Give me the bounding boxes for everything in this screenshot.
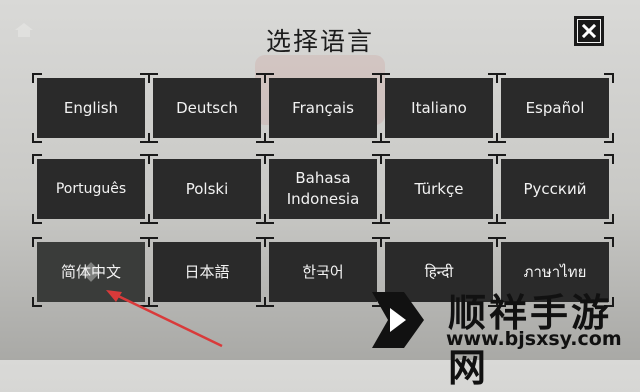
language-option-bahasa-indonesia[interactable]: Bahasa Indonesia: [264, 154, 382, 224]
language-option-english[interactable]: English: [32, 73, 150, 143]
language-option-espanol[interactable]: Español: [496, 73, 614, 143]
language-option-polski[interactable]: Polski: [148, 154, 266, 224]
language-label: Türkçe: [414, 179, 464, 198]
language-label: हिन्दी: [424, 262, 454, 281]
language-option-portugues[interactable]: Português: [32, 154, 150, 224]
language-label: Русский: [523, 179, 587, 198]
close-button[interactable]: [574, 16, 604, 46]
language-label: Italiano: [411, 98, 467, 117]
language-label: 简体中文: [60, 262, 121, 281]
language-label: Polski: [185, 179, 229, 198]
language-option-korean[interactable]: 한국어: [264, 237, 382, 307]
language-option-deutsch[interactable]: Deutsch: [148, 73, 266, 143]
language-option-japanese[interactable]: 日本語: [148, 237, 266, 307]
watermark-logo-icon: [372, 292, 424, 348]
language-option-francais[interactable]: Français: [264, 73, 382, 143]
language-option-simplified-chinese[interactable]: 简体中文: [32, 237, 150, 307]
language-label: Bahasa Indonesia: [286, 169, 360, 208]
language-option-turkce[interactable]: Türkçe: [380, 154, 498, 224]
language-label: English: [63, 98, 119, 117]
language-label: 日本語: [184, 262, 230, 281]
language-label: Español: [525, 98, 585, 117]
language-option-italiano[interactable]: Italiano: [380, 73, 498, 143]
watermark-url: www.bjsxsy.com: [446, 328, 622, 350]
language-label: Français: [292, 98, 354, 117]
dialog-title: 选择语言: [265, 27, 374, 56]
language-option-russian[interactable]: Русский: [496, 154, 614, 224]
language-label: ภาษาไทย: [523, 262, 587, 281]
close-icon: [582, 24, 596, 38]
language-label: 한국어: [302, 262, 344, 281]
language-label: Deutsch: [176, 98, 238, 117]
language-label: Português: [55, 180, 127, 197]
